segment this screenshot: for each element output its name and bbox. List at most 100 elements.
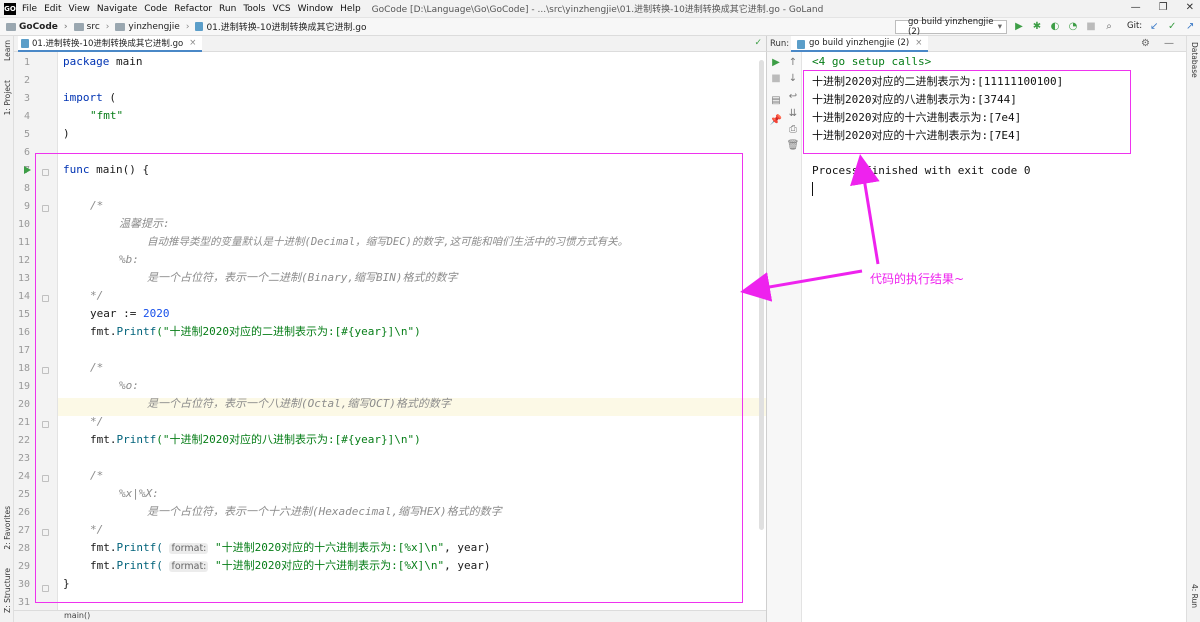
run-toolbar: ▶ ↑ ■ ↓ ↩ ▤ ⇊ ⎙ 📌 🗑 xyxy=(766,52,802,622)
menu-window[interactable]: Window xyxy=(298,4,334,14)
go-file-icon xyxy=(797,40,805,49)
up-arrow-icon[interactable]: ↑ xyxy=(787,56,799,68)
line-number: 19 xyxy=(17,381,30,392)
run-configuration-select[interactable]: go build yinzhengjie (2) ▾ xyxy=(895,17,1007,37)
inspection-ok-icon: ✓ xyxy=(754,38,762,48)
go-file-icon xyxy=(21,39,29,48)
run-panel-header: Run: go build yinzhengjie (2) × ⚙ — xyxy=(766,36,1186,52)
folder-icon xyxy=(73,22,84,31)
breadcrumb-label: yinzhengjie xyxy=(128,21,180,32)
console-exit-message: Process finished with exit code 0 xyxy=(812,164,1031,177)
rerun-icon[interactable]: ▶ xyxy=(770,56,782,68)
coverage-icon[interactable]: ◐ xyxy=(1049,19,1061,33)
stop-icon[interactable]: ■ xyxy=(770,72,782,84)
structure-tool-tab[interactable]: Z: Structure xyxy=(3,568,12,613)
line-number: 22 xyxy=(17,435,30,446)
down-arrow-icon[interactable]: ↓ xyxy=(787,72,799,84)
layout-icon[interactable]: ▤ xyxy=(770,94,782,106)
run-tab-active[interactable]: go build yinzhengjie (2) × xyxy=(791,36,929,52)
line-number: 27 xyxy=(17,525,30,536)
profile-icon[interactable]: ◔ xyxy=(1067,19,1079,33)
line-number: 25 xyxy=(17,489,30,500)
menu-code[interactable]: Code xyxy=(144,4,167,14)
left-tool-strip: 1: Project Learn 2: Favorites Z: Structu… xyxy=(0,36,14,622)
trash-icon[interactable]: 🗑 xyxy=(787,139,800,151)
breadcrumb-label: 01.进制转换-10进制转换成其它进制.go xyxy=(206,23,367,33)
menu-refactor[interactable]: Refactor xyxy=(174,4,212,14)
learn-tool-tab[interactable]: Learn xyxy=(3,40,12,61)
annotation-box-code xyxy=(35,153,743,603)
search-icon[interactable]: ⌕ xyxy=(1103,19,1115,33)
favorites-tool-tab[interactable]: 2: Favorites xyxy=(3,506,12,550)
editor-breadcrumb-status: main() xyxy=(14,610,766,622)
git-push-icon[interactable]: ↗ xyxy=(1184,19,1196,33)
identifier: main xyxy=(115,55,143,68)
run-tool-tab[interactable]: 4: Run xyxy=(1190,584,1199,608)
line-number: 14 xyxy=(17,291,30,302)
line-number: 12 xyxy=(17,255,30,266)
folder-icon xyxy=(6,22,16,31)
menu-file[interactable]: File xyxy=(22,4,37,14)
close-icon[interactable]: ✕ xyxy=(1186,2,1194,13)
text-cursor xyxy=(812,182,813,196)
run-icon[interactable]: ▶ xyxy=(1013,19,1025,33)
line-number: 10 xyxy=(17,219,30,230)
navigation-bar: GoCode › src › yinzhengjie › 01.进制转换-10进… xyxy=(0,17,1200,37)
chevron-down-icon: ▾ xyxy=(997,22,1002,32)
menu-vcs[interactable]: VCS xyxy=(272,4,290,14)
breadcrumb-file[interactable]: 01.进制转换-10进制转换成其它进制.go xyxy=(189,20,367,33)
line-number: 29 xyxy=(17,561,30,572)
debug-icon[interactable]: ✱ xyxy=(1031,19,1043,33)
print-icon[interactable]: ⎙ xyxy=(787,123,799,135)
line-number: 20 xyxy=(17,399,30,410)
breadcrumb-src[interactable]: src › xyxy=(68,21,109,32)
breadcrumb-label: src xyxy=(86,21,100,32)
menu-help[interactable]: Help xyxy=(340,4,361,14)
git-commit-icon[interactable]: ✓ xyxy=(1166,19,1178,33)
gear-icon[interactable]: ⚙ xyxy=(1141,38,1150,49)
keyword: import xyxy=(63,91,103,104)
folder-icon xyxy=(115,22,126,31)
editor-tab-active[interactable]: 01.进制转换-10进制转换成其它进制.go × xyxy=(18,36,203,52)
scroll-to-end-icon[interactable]: ⇊ xyxy=(787,107,799,119)
code-line-4: "fmt" xyxy=(90,107,123,125)
breadcrumb-package[interactable]: yinzhengjie › xyxy=(109,22,189,32)
line-number: 26 xyxy=(17,507,30,518)
menu-view[interactable]: View xyxy=(69,4,90,14)
menu-run[interactable]: Run xyxy=(219,4,236,14)
console-setup-calls[interactable]: <4 go setup calls> xyxy=(812,55,931,68)
close-icon[interactable]: × xyxy=(915,38,922,48)
run-configuration-label: go build yinzhengjie (2) xyxy=(908,17,994,37)
line-number: 4 xyxy=(23,111,30,122)
paren: ( xyxy=(109,91,116,104)
line-number: 24 xyxy=(17,471,30,482)
line-number: 3 xyxy=(23,93,30,104)
close-icon[interactable]: × xyxy=(189,38,196,48)
breadcrumb-label: GoCode xyxy=(19,21,58,32)
line-number: 1 xyxy=(23,57,30,68)
minimize-icon[interactable]: — xyxy=(1131,2,1141,13)
menu-tools[interactable]: Tools xyxy=(243,4,265,14)
code-line-1: package main xyxy=(63,53,142,71)
breadcrumb-project[interactable]: GoCode › xyxy=(0,22,68,32)
run-gutter-icon[interactable] xyxy=(24,166,31,174)
line-number: 6 xyxy=(23,147,30,158)
database-tool-tab[interactable]: Database xyxy=(1190,42,1199,78)
keyword: package xyxy=(63,55,110,68)
status-function-label[interactable]: main() xyxy=(64,611,90,620)
restore-icon[interactable]: ❐ xyxy=(1159,2,1168,13)
menu-navigate[interactable]: Navigate xyxy=(97,4,137,14)
line-number: 31 xyxy=(17,597,30,608)
minimize-panel-icon[interactable]: — xyxy=(1164,38,1174,49)
project-tool-tab[interactable]: 1: Project xyxy=(3,80,12,115)
goland-app-icon: GO xyxy=(4,2,16,15)
run-tab-label: go build yinzhengjie (2) xyxy=(809,38,910,48)
run-panel-label: Run: xyxy=(770,38,790,49)
soft-wrap-icon[interactable]: ↩ xyxy=(787,90,799,102)
git-update-icon[interactable]: ↙ xyxy=(1148,19,1160,33)
editor-scrollbar[interactable] xyxy=(759,60,764,530)
menu-edit[interactable]: Edit xyxy=(44,4,61,14)
line-number: 15 xyxy=(17,309,30,320)
stop-icon[interactable]: ■ xyxy=(1085,19,1097,33)
pin-icon[interactable]: 📌 xyxy=(770,114,782,126)
